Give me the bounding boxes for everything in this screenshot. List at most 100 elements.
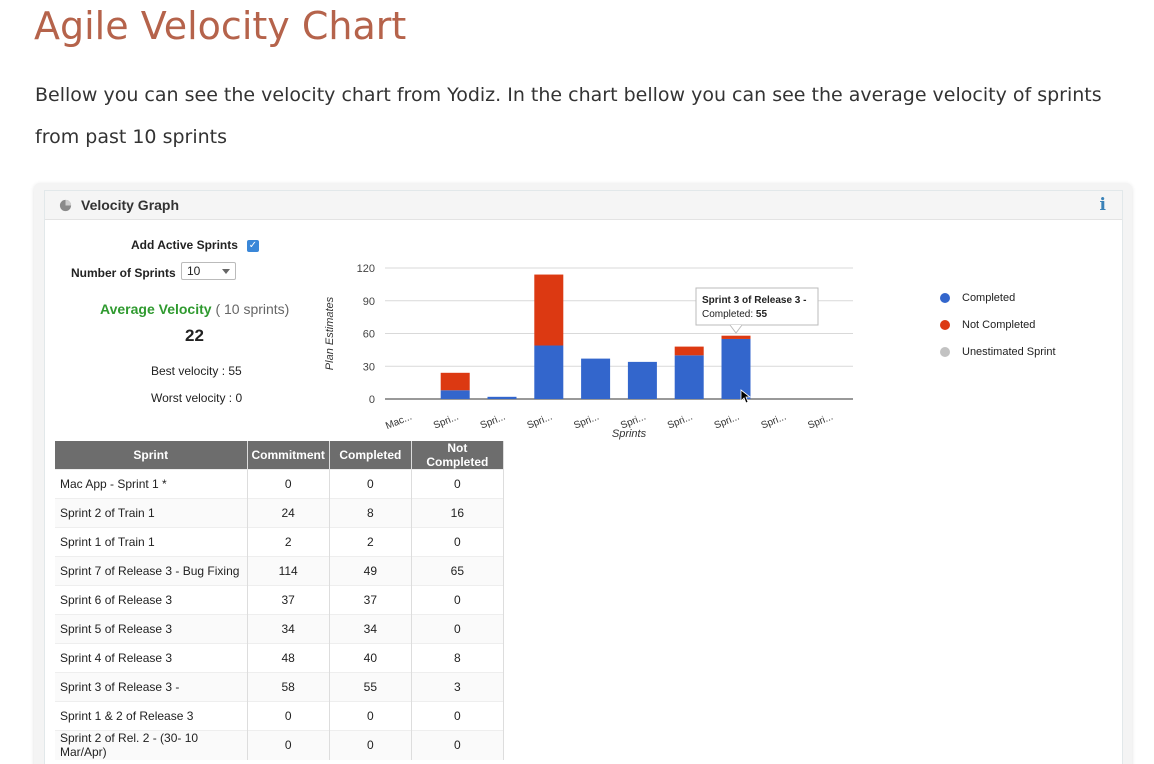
sprints-table: Sprint Commitment Completed Not Complete… xyxy=(55,441,504,760)
column-header-completed: Completed xyxy=(329,441,412,470)
bar-not-completed[interactable] xyxy=(721,335,751,339)
bar-completed[interactable] xyxy=(440,390,470,399)
y-tick-label: 90 xyxy=(363,296,375,308)
cell-commitment: 0 xyxy=(247,701,330,731)
cell-sprint-name: Mac App - Sprint 1 * xyxy=(55,469,248,499)
cell-not-completed: 0 xyxy=(411,701,504,731)
add-active-sprints-label: Add Active Sprints xyxy=(131,238,238,252)
legend-label-completed: Completed xyxy=(962,292,1016,304)
cell-commitment: 0 xyxy=(247,469,330,499)
cell-not-completed: 0 xyxy=(411,469,504,499)
page-title: Agile Velocity Chart xyxy=(34,4,407,48)
number-of-sprints-label: Number of Sprints xyxy=(71,266,176,280)
cell-sprint-name: Sprint 4 of Release 3 xyxy=(55,643,248,673)
number-of-sprints-select[interactable]: 10 xyxy=(181,262,236,280)
legend-label-not-completed: Not Completed xyxy=(962,319,1036,331)
legend-dot-completed xyxy=(940,293,950,303)
average-velocity-label: Average Velocity xyxy=(100,301,212,317)
table-row: Sprint 4 of Release 3 48 40 8 xyxy=(55,643,504,673)
cell-completed: 0 xyxy=(329,469,412,499)
info-icon[interactable]: i xyxy=(1100,195,1106,215)
number-of-sprints-value: 10 xyxy=(187,264,201,278)
cell-sprint-name: Sprint 2 of Train 1 xyxy=(55,498,248,528)
table-row: Sprint 7 of Release 3 - Bug Fixing 114 49 6… xyxy=(55,556,504,586)
cell-completed: 34 xyxy=(329,614,412,644)
x-tick-label: Spri... xyxy=(479,412,507,432)
x-tick-label: Spri... xyxy=(713,412,741,432)
y-tick-label: 60 xyxy=(363,329,375,341)
legend-dot-not-completed xyxy=(940,320,950,330)
worst-velocity: Worst velocity : 0 xyxy=(151,391,243,405)
bar-not-completed[interactable] xyxy=(674,346,704,356)
tooltip-title: Sprint 3 of Release 3 - xyxy=(702,295,806,306)
cell-sprint-name: Sprint 1 & 2 of Release 3 xyxy=(55,701,248,731)
panel-header: Velocity Graph i xyxy=(45,191,1122,220)
x-tick-label: Mac... xyxy=(384,412,413,432)
bar-completed[interactable] xyxy=(674,355,704,399)
bar-completed[interactable] xyxy=(581,358,611,399)
x-tick-label: Spri... xyxy=(572,412,600,432)
cell-commitment: 0 xyxy=(247,730,330,760)
cell-sprint-name: Sprint 2 of Rel. 2 - (30- 10 Mar/Apr) xyxy=(55,730,248,760)
cell-sprint-name: Sprint 1 of Train 1 xyxy=(55,527,248,557)
average-velocity-value: 22 xyxy=(185,326,204,345)
x-tick-label: Spri... xyxy=(760,412,788,432)
bar-not-completed[interactable] xyxy=(534,274,564,346)
y-tick-label: 30 xyxy=(363,361,375,373)
cell-not-completed: 0 xyxy=(411,527,504,557)
cell-commitment: 37 xyxy=(247,585,330,615)
cell-commitment: 114 xyxy=(247,556,330,586)
bar-not-completed[interactable] xyxy=(440,372,470,391)
average-velocity-note: ( 10 sprints) xyxy=(215,301,290,317)
x-tick-label: Spri... xyxy=(526,412,554,432)
table-row: Sprint 2 of Rel. 2 - (30- 10 Mar/Apr) 0 0 0 xyxy=(55,730,504,760)
x-axis-label: Sprints xyxy=(612,428,647,440)
column-header-commitment: Commitment xyxy=(247,441,330,470)
cell-sprint-name: Sprint 5 of Release 3 xyxy=(55,614,248,644)
bar-completed[interactable] xyxy=(534,345,564,399)
chevron-down-icon xyxy=(222,269,230,274)
x-tick-label: Spri... xyxy=(666,412,694,432)
best-velocity: Best velocity : 55 xyxy=(151,364,242,378)
tooltip-value: 55 xyxy=(756,309,768,320)
panel-title: Velocity Graph xyxy=(81,197,180,213)
cell-not-completed: 8 xyxy=(411,643,504,673)
cell-completed: 40 xyxy=(329,643,412,673)
cell-commitment: 58 xyxy=(247,672,330,702)
tooltip-label: Completed: 55 xyxy=(702,309,767,320)
bar-completed[interactable] xyxy=(721,338,751,399)
table-row: Sprint 5 of Release 3 34 34 0 xyxy=(55,614,504,644)
cell-completed: 0 xyxy=(329,730,412,760)
tooltip-pointer xyxy=(729,324,743,334)
y-tick-label: 0 xyxy=(369,394,375,406)
bar-completed[interactable] xyxy=(487,396,517,399)
table-row: Sprint 1 & 2 of Release 3000 xyxy=(55,701,504,731)
column-header-not-completed: Not Completed xyxy=(411,441,504,470)
table-header-row: Sprint Commitment Completed Not Complete… xyxy=(55,441,504,470)
pie-chart-icon xyxy=(59,199,72,212)
legend-dot-unestimated xyxy=(940,347,950,357)
intro-text: Bellow you can see the velocity chart fr… xyxy=(35,84,1102,148)
x-tick-label: Spri... xyxy=(806,412,834,432)
cell-sprint-name: Sprint 7 of Release 3 - Bug Fixing xyxy=(55,556,248,586)
cell-commitment: 2 xyxy=(247,527,330,557)
add-active-sprints-checkbox[interactable]: ✓ xyxy=(247,240,259,252)
cell-not-completed: 0 xyxy=(411,730,504,760)
cell-not-completed: 0 xyxy=(411,585,504,615)
cell-sprint-name: Sprint 6 of Release 3 xyxy=(55,585,248,615)
x-tick-label: Spri... xyxy=(432,412,460,432)
cell-completed: 2 xyxy=(329,527,412,557)
table-row: Mac App - Sprint 1 * 0 0 0 xyxy=(55,469,504,499)
table-row: Sprint 6 of Release 3 37 37 0 xyxy=(55,585,504,615)
cell-not-completed: 65 xyxy=(411,556,504,586)
cell-completed: 8 xyxy=(329,498,412,528)
legend-label-unestimated: Unestimated Sprint xyxy=(962,346,1056,358)
cell-completed: 0 xyxy=(329,701,412,731)
column-header-sprint: Sprint xyxy=(55,441,248,470)
cell-sprint-name: Sprint 3 of Release 3 - xyxy=(55,672,248,702)
cell-commitment: 24 xyxy=(247,498,330,528)
table-row: Sprint 1 of Train 1220 xyxy=(55,527,504,557)
y-axis-label: Plan Estimates xyxy=(324,296,336,370)
bar-completed[interactable] xyxy=(627,361,657,399)
average-velocity-heading: Average Velocity ( 10 sprints) xyxy=(100,301,289,317)
